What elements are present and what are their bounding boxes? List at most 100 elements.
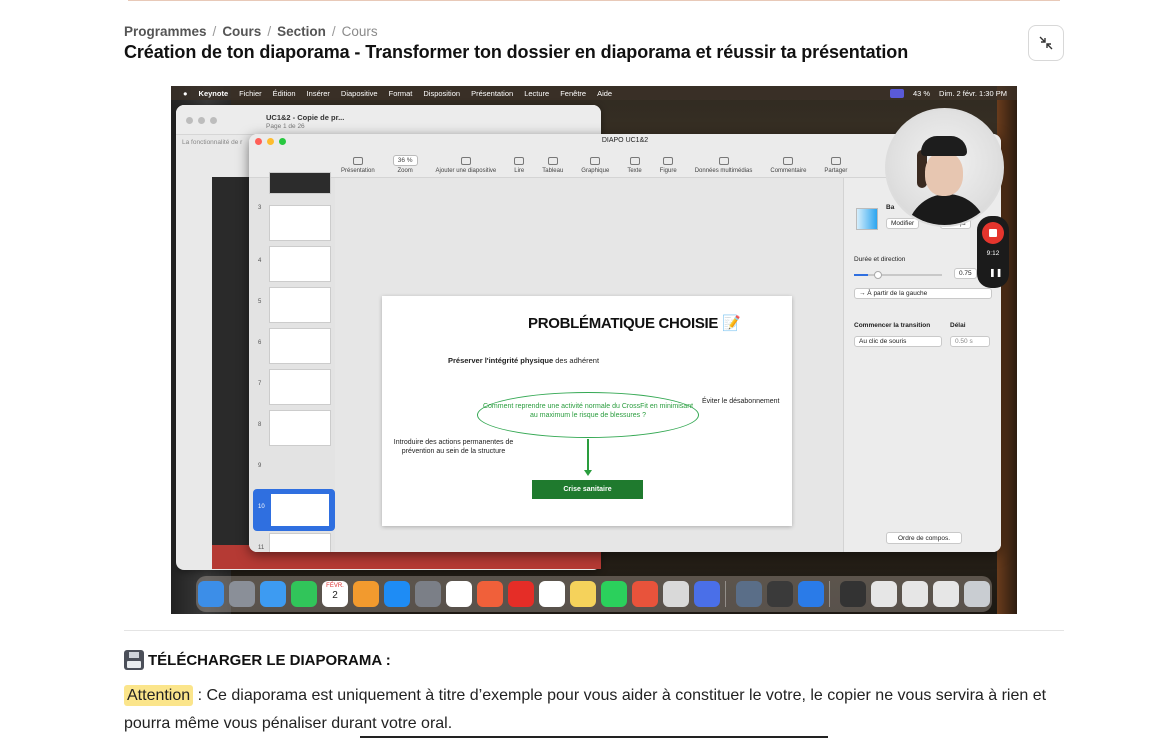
toolbar-label: Données multimédias [694, 168, 753, 174]
collapse-button[interactable] [1028, 25, 1064, 61]
macos-dock: FÉVR. 2 [196, 576, 992, 612]
toolbar-label: Tableau [542, 168, 564, 174]
transition-preview-swatch [856, 208, 878, 230]
keynote-doc-title: DIAPO UC1&2 [601, 137, 649, 144]
pages-icon [353, 581, 379, 607]
dock-separator [725, 581, 731, 607]
slide-right-note: Éviter le désabonnement [702, 398, 780, 405]
slide-number: 7 [258, 381, 262, 387]
recording-controls: 9:12 ❚❚ [977, 216, 1009, 288]
breadcrumb-separator: / [212, 24, 217, 39]
macos-menubar: ● Keynote Fichier Édition Insérer Diapos… [171, 86, 1017, 100]
menubar-app-name: Keynote [198, 88, 229, 98]
floppy-disk-icon [124, 650, 144, 670]
toolbar-label: Zoom [397, 168, 413, 174]
breadcrumb-programmes[interactable]: Programmes [124, 24, 207, 39]
page-title: Création de ton diaporama - Transformer … [124, 42, 909, 62]
slide-subtitle-rest: des adhérent [553, 356, 600, 365]
slide-number: 4 [258, 258, 262, 264]
window-controls [186, 117, 222, 126]
inspector-heading: Ba [886, 204, 895, 211]
zoom-window-icon [279, 138, 286, 145]
menubar-clock: Dim. 2 févr. 1:30 PM [939, 88, 1007, 98]
download-heading: TÉLÉCHARGER LE DIAPORAMA : [124, 650, 391, 670]
minimize-arrows-icon [1039, 36, 1053, 50]
toolbar-label: Ajouter une diapositive [435, 168, 497, 174]
settings-icon [415, 581, 441, 607]
toolbar-label: Texte [627, 168, 642, 174]
breadcrumb-section[interactable]: Section [277, 24, 326, 39]
whatsapp-icon [601, 581, 627, 607]
notice-text: : Ce diaporama est uniquement à titre d’… [124, 687, 1047, 732]
toolbar-shape: Figure [660, 157, 677, 174]
toolbar-play: Lire [514, 157, 524, 174]
toolbar-chart: Graphique [581, 157, 609, 174]
toolbar-label: Lire [514, 168, 525, 174]
toolbar-table: Tableau [542, 157, 563, 174]
slide-question: Comment reprendre une activité normale d… [482, 403, 694, 419]
notes-icon [570, 581, 596, 607]
start-select: Au clic de souris [854, 336, 942, 347]
slide-number: 5 [258, 299, 262, 305]
keynote-icon [798, 581, 824, 607]
bg-window-subtitle: Page 1 de 26 [266, 123, 305, 130]
attention-highlight: Attention [124, 685, 194, 706]
download-label: TÉLÉCHARGER LE DIAPORAMA : [148, 651, 391, 669]
slide-number: 8 [258, 422, 262, 428]
share-icon [830, 157, 841, 165]
breadcrumb-cours[interactable]: Cours [222, 24, 261, 39]
slide-canvas: PROBLÉMATIQUE CHOISIE 📝 Préserver l'inté… [335, 178, 843, 552]
duration-value: 0.75 [954, 268, 977, 279]
webcam-person-body [907, 194, 987, 225]
calendar-month: FÉVR. [326, 583, 344, 589]
minimize-window-icon [267, 138, 274, 145]
finder-icon [198, 581, 224, 607]
notice-paragraph: Attention : Ce diaporama est uniquement … [124, 682, 1064, 738]
app-store-icon [384, 581, 410, 607]
menubar-item: Fichier [239, 88, 262, 98]
toolbar-zoom: 36 % Zoom [392, 155, 418, 174]
youtube-music-icon [508, 581, 534, 607]
slide-thumbnail [269, 533, 331, 552]
slide-thumbnail [269, 369, 331, 405]
window-controls [255, 138, 286, 145]
toolbar-media: Données multimédias [694, 157, 753, 174]
menubar-item: Diapositive [340, 88, 378, 98]
menubar-item: Présentation [471, 88, 514, 98]
toolbar-label: Commentaire [770, 168, 807, 174]
section-divider [124, 630, 1064, 631]
webcam-person-cap [921, 136, 967, 156]
preview-icon [663, 581, 689, 607]
perplexity-icon [694, 581, 720, 607]
play-icon [514, 157, 525, 165]
slide-number: 11 [258, 545, 265, 551]
apple-icon: ● [183, 88, 188, 98]
chart-icon [590, 157, 601, 165]
slide-number: 9 [258, 463, 262, 469]
slide-thumbnail [269, 172, 331, 194]
document-stack-icon [871, 581, 897, 607]
slide-thumbnail [269, 205, 331, 241]
video-player[interactable]: ● Keynote Fichier Édition Insérer Diapos… [171, 86, 1017, 614]
breadcrumb: Programmes / Cours / Section / Cours [124, 24, 378, 39]
toolbar-add-slide: Ajouter une diapositive [435, 157, 497, 174]
start-transition-label: Commencer la transition [854, 322, 931, 329]
slide-title: PROBLÉMATIQUE CHOISIE 📝 [528, 315, 741, 332]
breadcrumb-separator: / [267, 24, 272, 39]
slide-thumbnail [269, 246, 331, 282]
media-icon [718, 157, 729, 165]
file-stack-icon [840, 581, 866, 607]
duration-slider [854, 271, 942, 279]
bg-window-title: UC1&2 - Copie de pr... [266, 113, 345, 122]
top-divider [128, 0, 1060, 1]
slide-thumbnail [269, 328, 331, 364]
toolbar-label: Graphique [581, 168, 610, 174]
breadcrumb-separator: / [331, 24, 336, 39]
slide-left-note: Introduire des actions permanentes de pr… [393, 439, 514, 455]
menubar-item: Format [388, 88, 413, 98]
battery-text: 43 % [912, 88, 931, 98]
menubar-item: Aide [597, 88, 613, 98]
document-stack-icon [933, 581, 959, 607]
calendar-day: 2 [332, 590, 338, 601]
screen-record-icon [889, 88, 904, 98]
